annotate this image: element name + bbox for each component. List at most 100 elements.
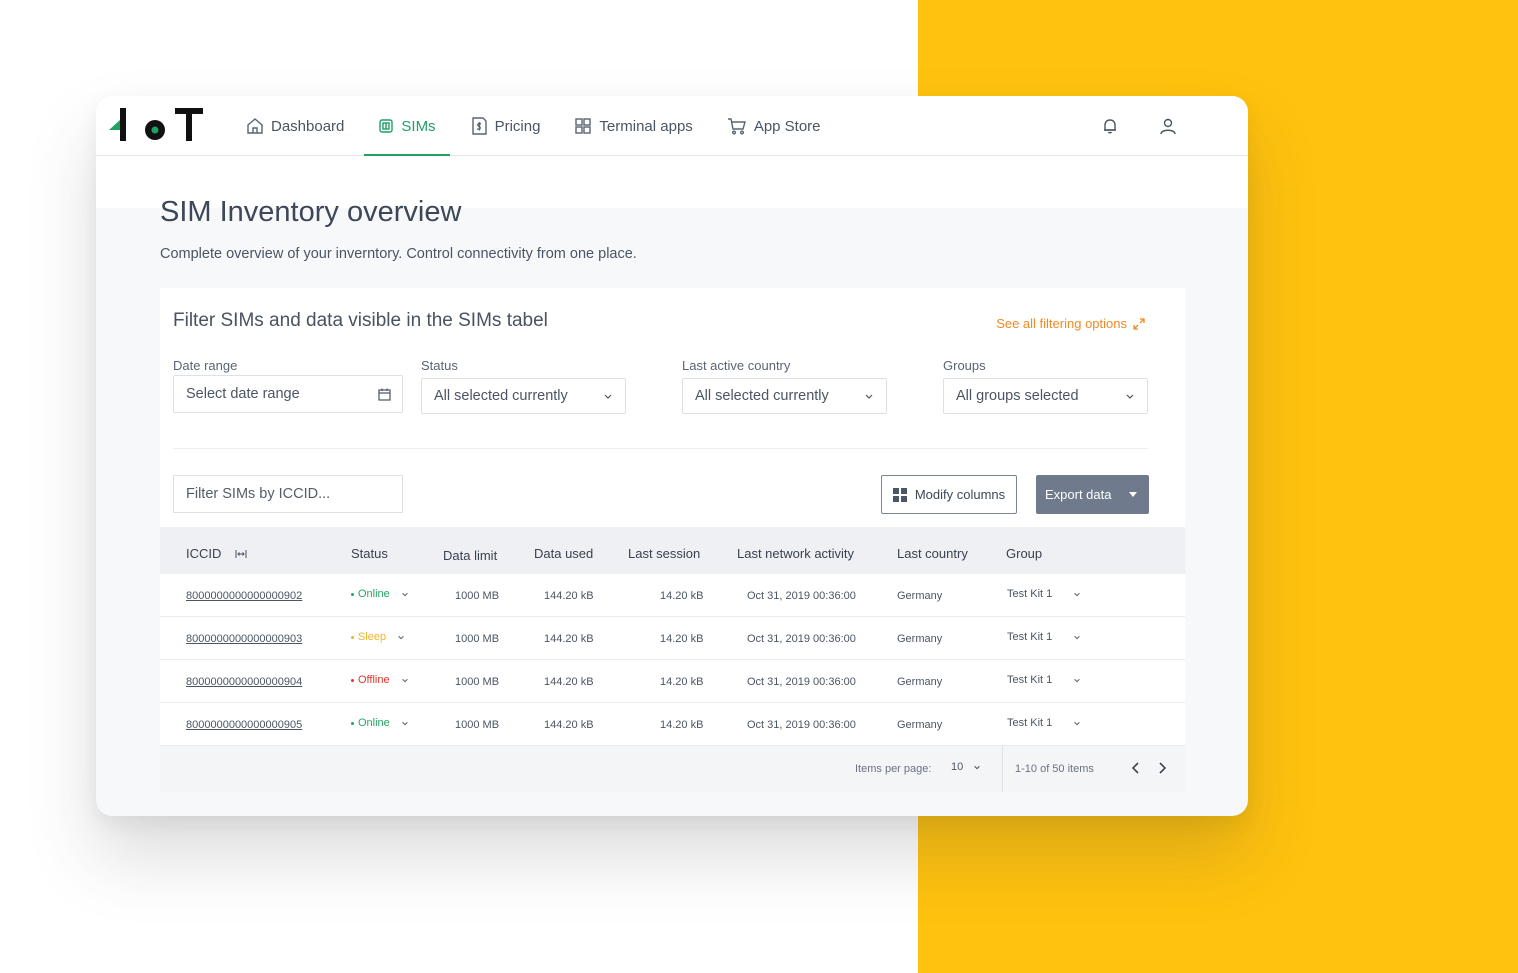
chevron-right-icon[interactable] bbox=[1155, 761, 1169, 775]
table-row[interactable]: 8000000000000000902 Online 1000 MB 144.20 k… bbox=[160, 574, 1185, 617]
brand-logo[interactable] bbox=[109, 108, 205, 144]
sims-panel: Filter SIMs and data visible in the SIMs… bbox=[160, 288, 1185, 792]
chevron-down-icon bbox=[974, 765, 981, 770]
column-header-data-limit[interactable]: Data limit bbox=[443, 548, 497, 563]
items-per-page-select[interactable]: 10 bbox=[951, 761, 981, 773]
country-filter-value: All selected currently bbox=[695, 388, 829, 404]
see-all-filtering-link[interactable]: See all filtering options bbox=[996, 316, 1145, 331]
nav-item-dashboard[interactable]: Dashboard bbox=[246, 96, 344, 156]
group-dropdown[interactable]: Test Kit 1 bbox=[1007, 588, 1081, 600]
status-dropdown[interactable]: Online bbox=[351, 717, 409, 729]
column-header-iccid[interactable]: ICCID bbox=[186, 546, 247, 561]
table-row[interactable]: 8000000000000000904 Offline 1000 MB 144.20 … bbox=[160, 660, 1185, 703]
status-text: Online bbox=[358, 588, 390, 600]
user-icon[interactable] bbox=[1158, 116, 1178, 136]
groups-filter-select[interactable]: All groups selected bbox=[943, 378, 1148, 414]
modify-columns-button[interactable]: Modify columns bbox=[881, 475, 1017, 514]
iccid-search-input[interactable] bbox=[173, 475, 403, 513]
status-dot bbox=[351, 592, 354, 596]
nav-item-label: App Store bbox=[753, 117, 821, 135]
caret-down-icon bbox=[1129, 492, 1137, 497]
last-activity-cell: Oct 31, 2019 00:36:00 bbox=[747, 590, 856, 602]
filter-title: Filter SIMs and data visible in the SIMs… bbox=[173, 310, 548, 331]
column-header-last-session[interactable]: Last session bbox=[628, 546, 700, 561]
nav-item-sims[interactable]: SIMs bbox=[364, 96, 450, 156]
items-per-page-label: Items per page: bbox=[855, 763, 932, 775]
data-limit-cell: 1000 MB bbox=[455, 719, 500, 731]
chevron-down-icon bbox=[1074, 678, 1081, 683]
status-text: Online bbox=[358, 717, 390, 729]
home-icon bbox=[247, 118, 263, 134]
nav-item-app-store[interactable]: App Store bbox=[727, 96, 821, 156]
country-cell: Germany bbox=[897, 719, 943, 731]
data-used-cell: 144.20 kB bbox=[544, 719, 594, 731]
date-range-picker[interactable]: Select date range bbox=[173, 375, 403, 413]
status-dot bbox=[351, 678, 354, 682]
nav-item-label: Pricing bbox=[494, 117, 541, 135]
nav-item-pricing[interactable]: Pricing bbox=[470, 96, 541, 156]
column-header-last-country[interactable]: Last country bbox=[897, 546, 968, 561]
modify-columns-label: Modify columns bbox=[914, 487, 1006, 502]
status-text: Sleep bbox=[358, 631, 387, 643]
table-row[interactable]: 8000000000000000905 Online 1000 MB 144.20 k… bbox=[160, 703, 1185, 746]
chevron-down-icon bbox=[402, 592, 408, 597]
status-dropdown[interactable]: Sleep bbox=[351, 631, 405, 643]
filter-link-label: See all filtering options bbox=[996, 316, 1127, 331]
filter-divider bbox=[173, 448, 1148, 449]
cart-icon bbox=[727, 118, 746, 135]
date-range-placeholder: Select date range bbox=[186, 386, 300, 402]
column-header-status[interactable]: Status bbox=[351, 546, 388, 561]
group-dropdown[interactable]: Test Kit 1 bbox=[1007, 717, 1081, 729]
chevron-down-icon bbox=[401, 678, 408, 683]
iccid-link[interactable]: 8000000000000000904 bbox=[186, 676, 302, 688]
last-session-cell: 14.20 kB bbox=[660, 719, 704, 731]
column-header-group[interactable]: Group bbox=[1006, 546, 1042, 561]
iccid-link[interactable]: 8000000000000000902 bbox=[186, 590, 302, 602]
status-filter-value: All selected currently bbox=[434, 388, 568, 404]
iccid-link[interactable]: 8000000000000000903 bbox=[186, 633, 302, 645]
column-header-last-network-activity[interactable]: Last network activity bbox=[737, 546, 854, 561]
last-session-cell: 14.20 kB bbox=[660, 590, 704, 602]
pagination-range: 1-10 of 50 items bbox=[1015, 763, 1094, 775]
table-header: ICCID Status Data limit Data used Last s… bbox=[160, 527, 1185, 574]
grid-icon bbox=[575, 118, 592, 134]
status-dropdown[interactable]: Offline bbox=[351, 674, 409, 686]
chevron-down-icon bbox=[604, 394, 612, 399]
country-cell: Germany bbox=[897, 676, 943, 688]
column-header-label: ICCID bbox=[186, 546, 222, 561]
country-cell: Germany bbox=[897, 590, 943, 602]
status-dot bbox=[351, 635, 354, 639]
last-activity-cell: Oct 31, 2019 00:36:00 bbox=[747, 719, 856, 731]
expand-icon bbox=[1133, 317, 1145, 330]
page-subtitle: Complete overview of your inverntory. Co… bbox=[160, 246, 637, 262]
data-limit-cell: 1000 MB bbox=[455, 633, 500, 645]
data-limit-cell: 1000 MB bbox=[455, 590, 500, 602]
sim-card-icon bbox=[379, 119, 394, 133]
column-header-data-used[interactable]: Data used bbox=[534, 546, 593, 561]
table-row[interactable]: 8000000000000000903 Sleep 1000 MB 144.20 kB… bbox=[160, 617, 1185, 660]
nav-item-label: Dashboard bbox=[271, 117, 345, 135]
export-data-button[interactable]: Export data bbox=[1036, 475, 1149, 514]
group-text: Test Kit 1 bbox=[1007, 588, 1053, 600]
nav-item-label: Terminal apps bbox=[599, 117, 693, 135]
data-used-cell: 144.20 kB bbox=[544, 590, 594, 602]
country-filter-select[interactable]: All selected currently bbox=[682, 378, 887, 414]
group-dropdown[interactable]: Test Kit 1 bbox=[1007, 674, 1081, 686]
chevron-down-icon bbox=[1074, 592, 1081, 597]
bell-icon[interactable] bbox=[1100, 116, 1120, 136]
status-dropdown[interactable]: Online bbox=[351, 588, 409, 600]
export-data-label: Export data bbox=[1045, 487, 1112, 502]
chevron-down-icon bbox=[1074, 635, 1081, 640]
chevron-down-icon bbox=[1074, 721, 1081, 726]
last-session-cell: 14.20 kB bbox=[660, 633, 704, 645]
top-navigation-bar: Dashboard SIMs Pricing Terminal apps App… bbox=[96, 96, 1248, 156]
calendar-icon bbox=[378, 388, 391, 401]
date-range-label: Date range bbox=[173, 358, 238, 373]
nav-item-terminal-apps[interactable]: Terminal apps bbox=[574, 96, 693, 156]
chevron-left-icon[interactable] bbox=[1129, 761, 1143, 775]
group-dropdown[interactable]: Test Kit 1 bbox=[1007, 631, 1081, 643]
iccid-link[interactable]: 8000000000000000905 bbox=[186, 719, 302, 731]
country-filter-label: Last active country bbox=[682, 358, 791, 373]
status-filter-select[interactable]: All selected currently bbox=[421, 378, 626, 414]
group-text: Test Kit 1 bbox=[1007, 717, 1053, 729]
